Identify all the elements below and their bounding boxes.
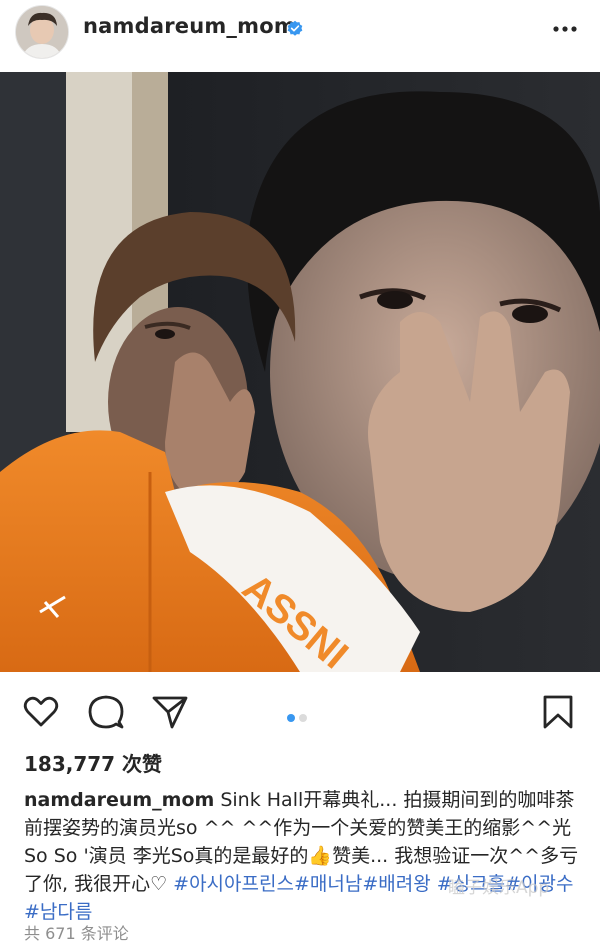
hashtag[interactable]: #매너남 [294, 873, 362, 895]
action-bar [0, 684, 600, 740]
carousel-dot [299, 714, 307, 722]
caption-username[interactable]: namdareum_mom [24, 789, 214, 811]
username[interactable]: namdareum_mom [83, 14, 296, 38]
verified-badge-icon [287, 20, 303, 36]
more-options-icon[interactable] [552, 20, 578, 38]
like-count[interactable]: 183,777 次赞 [24, 748, 162, 777]
view-comments-link[interactable]: 共 671 条评论 [24, 920, 129, 944]
hashtag[interactable]: #배려왕 [362, 873, 430, 895]
thumbs-up-emoji: 👍 [308, 845, 333, 867]
carousel-dot-active [287, 714, 295, 722]
post-header: namdareum_mom [0, 0, 600, 72]
share-icon[interactable] [150, 692, 190, 732]
carousel-indicator [287, 707, 311, 726]
hashtag[interactable]: #아시아프린스 [173, 873, 294, 895]
avatar[interactable] [15, 5, 69, 59]
caption: namdareum_mom Sink Hall开幕典礼... 拍摄期间到的咖啡茶… [24, 786, 584, 926]
comment-icon[interactable] [86, 692, 126, 732]
heart-icon[interactable] [21, 692, 61, 732]
bookmark-icon[interactable] [538, 692, 578, 732]
post-photo[interactable]: ASSNI [0, 72, 600, 672]
watermark: 瞌子娱乐App [448, 878, 550, 898]
